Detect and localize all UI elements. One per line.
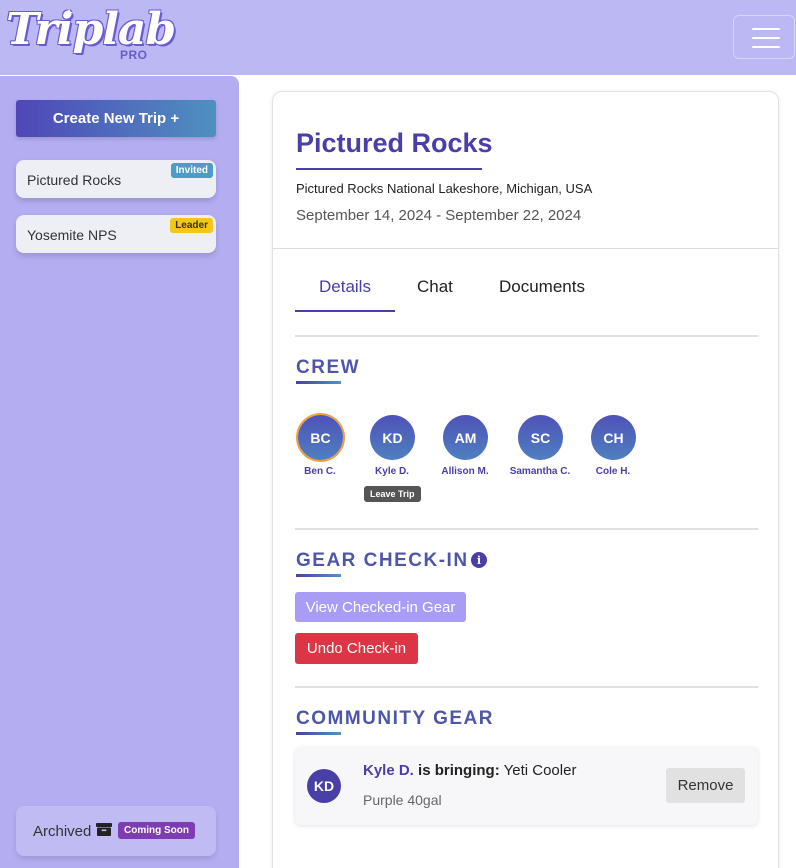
title-underline — [296, 168, 482, 170]
gear-checkin-section-title: GEAR CHECK-IN — [296, 550, 469, 571]
info-icon[interactable]: i — [471, 552, 487, 568]
crew-name: Allison M. — [441, 466, 489, 477]
archived-label: Archived — [33, 823, 92, 840]
logo-sparkle-icon: ✦ — [64, 6, 75, 20]
logo-pro-label: PRO — [120, 48, 148, 62]
trip-item-label: Yosemite NPS — [27, 227, 117, 243]
tabs-divider — [295, 335, 758, 337]
crew-avatar-cole-h[interactable]: CH — [591, 415, 636, 460]
coming-soon-badge: Coming Soon — [118, 822, 195, 839]
trip-dates: September 14, 2024 - September 22, 2024 — [296, 207, 582, 224]
sidebar-trip-pictured-rocks[interactable]: Pictured Rocks Invited — [16, 160, 216, 198]
hamburger-menu-button[interactable] — [733, 15, 795, 59]
gear-section-divider — [295, 686, 758, 688]
archive-box-icon — [96, 823, 112, 836]
undo-check-in-button[interactable]: Undo Check-in — [295, 633, 418, 664]
crew-avatar-ben-c[interactable]: BC — [298, 415, 343, 460]
trip-location: Pictured Rocks National Lakeshore, Michi… — [296, 181, 593, 196]
crew-title-bar — [296, 381, 341, 384]
hamburger-menu-icon — [752, 28, 780, 30]
header-divider — [273, 248, 778, 249]
crew-avatar-kyle-d[interactable]: KD — [370, 415, 415, 460]
community-gear-item: KD Kyle D. is bringing: Yeti Cooler Purp… — [295, 747, 758, 825]
hamburger-line — [752, 37, 780, 39]
archived-trips-button[interactable]: Archived Coming Soon — [16, 806, 216, 856]
crew-name: Samantha C. — [509, 466, 571, 477]
avatar: KD — [307, 769, 341, 803]
trip-item-label: Pictured Rocks — [27, 172, 122, 188]
tab-documents[interactable]: Documents — [499, 277, 585, 297]
triplab-logo[interactable]: Triplab ✦ PRO — [6, 4, 176, 64]
tab-chat[interactable]: Chat — [417, 277, 453, 297]
gear-checkin-title-bar — [296, 574, 341, 577]
view-checked-in-gear-button[interactable]: View Checked-in Gear — [295, 592, 466, 622]
trip-details-card: Pictured Rocks Pictured Rocks National L… — [272, 91, 779, 868]
gear-owner-name: Kyle D. — [363, 762, 414, 779]
leader-badge: Leader — [170, 218, 213, 233]
crew-section-title: CREW — [296, 357, 361, 378]
hamburger-line — [752, 46, 780, 48]
crew-name: Kyle D. — [375, 466, 409, 477]
sidebar-trip-yosemite-nps[interactable]: Yosemite NPS Leader — [16, 215, 216, 253]
top-navbar: Triplab ✦ PRO — [0, 0, 796, 75]
gear-bringing-label: is bringing: — [418, 762, 500, 779]
remove-gear-button[interactable]: Remove — [666, 768, 745, 803]
leave-trip-tooltip[interactable]: Leave Trip — [364, 486, 421, 502]
logo-wordmark: Triplab — [6, 4, 176, 55]
crew-avatar-allison-m[interactable]: AM — [443, 415, 488, 460]
crew-avatar-samantha-c[interactable]: SC — [518, 415, 563, 460]
community-gear-title-bar — [296, 732, 341, 735]
page-title: Pictured Rocks — [296, 128, 493, 158]
crew-name: Ben C. — [304, 466, 336, 477]
create-new-trip-button[interactable]: Create New Trip + — [16, 100, 216, 137]
gear-item-description: Purple 40gal — [363, 792, 442, 808]
community-gear-section-title: COMMUNITY GEAR — [296, 708, 494, 729]
invited-badge: Invited — [170, 163, 213, 178]
gear-item-summary: Kyle D. is bringing: Yeti Cooler — [363, 762, 576, 779]
gear-item-name: Yeti Cooler — [503, 762, 577, 779]
active-tab-indicator — [295, 310, 395, 312]
crew-section-divider — [295, 528, 758, 530]
crew-name: Cole H. — [595, 466, 631, 477]
sidebar: Create New Trip + Pictured Rocks Invited… — [0, 76, 239, 868]
tab-details[interactable]: Details — [319, 277, 371, 297]
